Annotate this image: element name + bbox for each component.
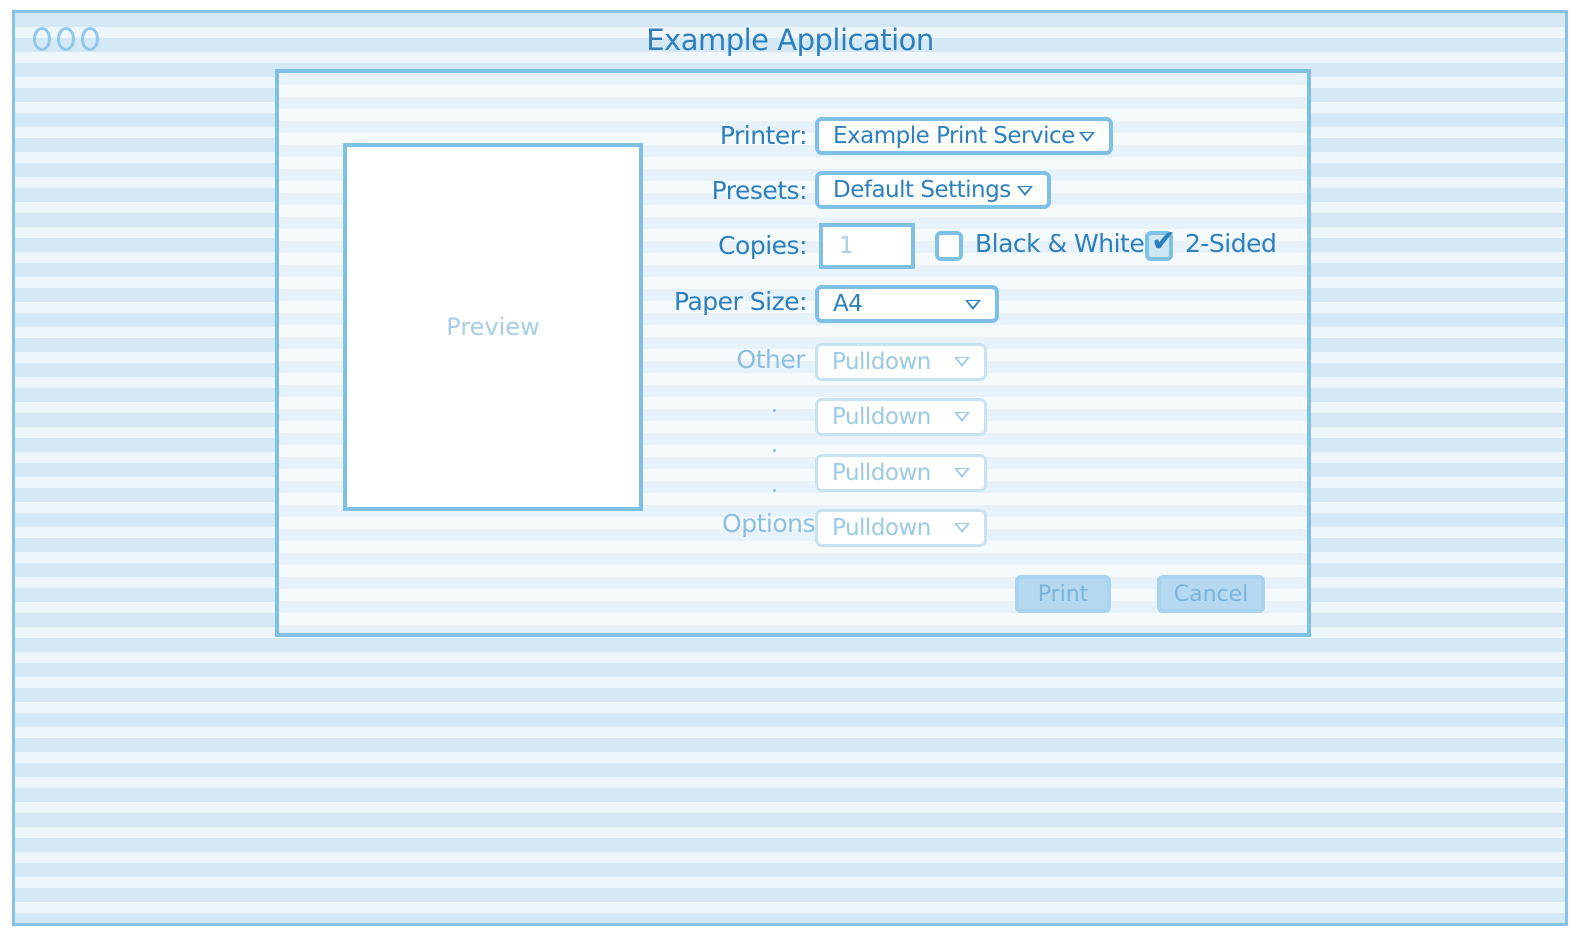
presets-label: Presets: — [711, 176, 808, 205]
pulldown-value: Pulldown — [832, 460, 931, 486]
pulldown-value: Pulldown — [832, 349, 931, 375]
print-button[interactable]: Print — [1015, 575, 1111, 613]
printer-select[interactable]: Example Print Service — [815, 117, 1113, 155]
pulldown-value: Pulldown — [832, 404, 931, 430]
paper-size-value: A4 — [833, 291, 863, 317]
ellipsis-dot — [773, 409, 776, 412]
other-pulldown-2[interactable]: Pulldown — [815, 398, 987, 436]
cancel-button[interactable]: Cancel — [1157, 575, 1265, 613]
other-pulldown-4[interactable]: Pulldown — [815, 509, 987, 547]
ellipsis-dot — [773, 489, 776, 492]
options-label: Options — [722, 509, 815, 538]
pulldown-value: Pulldown — [832, 515, 931, 541]
two-sided-checkbox[interactable]: ✔ — [1145, 227, 1176, 261]
checkmark-icon: ✔ — [1151, 224, 1177, 259]
ellipsis-dot — [773, 449, 776, 452]
presets-value: Default Settings — [833, 177, 1011, 203]
preview-label: Preview — [446, 313, 540, 341]
chevron-down-icon — [1079, 132, 1095, 142]
black-white-label: Black & White — [975, 229, 1145, 258]
other-label: Other — [736, 345, 806, 374]
chevron-down-icon — [954, 357, 970, 367]
presets-select[interactable]: Default Settings — [815, 171, 1051, 209]
window-title: Example Application — [646, 23, 934, 57]
chevron-down-icon — [954, 412, 970, 422]
copies-label: Copies: — [718, 231, 807, 260]
print-dialog: Preview Printer: Example Print Service P… — [275, 69, 1311, 637]
paper-size-label: Paper Size: — [674, 287, 808, 316]
other-pulldown-3[interactable]: Pulldown — [815, 454, 987, 492]
chevron-down-icon — [1017, 186, 1033, 196]
paper-size-select[interactable]: A4 — [815, 285, 999, 323]
printer-value: Example Print Service — [833, 123, 1075, 149]
printer-label: Printer: — [719, 121, 808, 150]
two-sided-label: 2-Sided — [1185, 229, 1277, 258]
app-window: Example Application Preview Printer: Exa… — [12, 10, 1568, 926]
other-pulldown-1[interactable]: Pulldown — [815, 343, 987, 381]
copies-input[interactable]: 1 — [819, 223, 915, 269]
chevron-down-icon — [965, 300, 981, 310]
chevron-down-icon — [954, 523, 970, 533]
black-white-checkbox[interactable] — [935, 231, 963, 261]
chevron-down-icon — [954, 468, 970, 478]
print-preview: Preview — [343, 143, 643, 511]
